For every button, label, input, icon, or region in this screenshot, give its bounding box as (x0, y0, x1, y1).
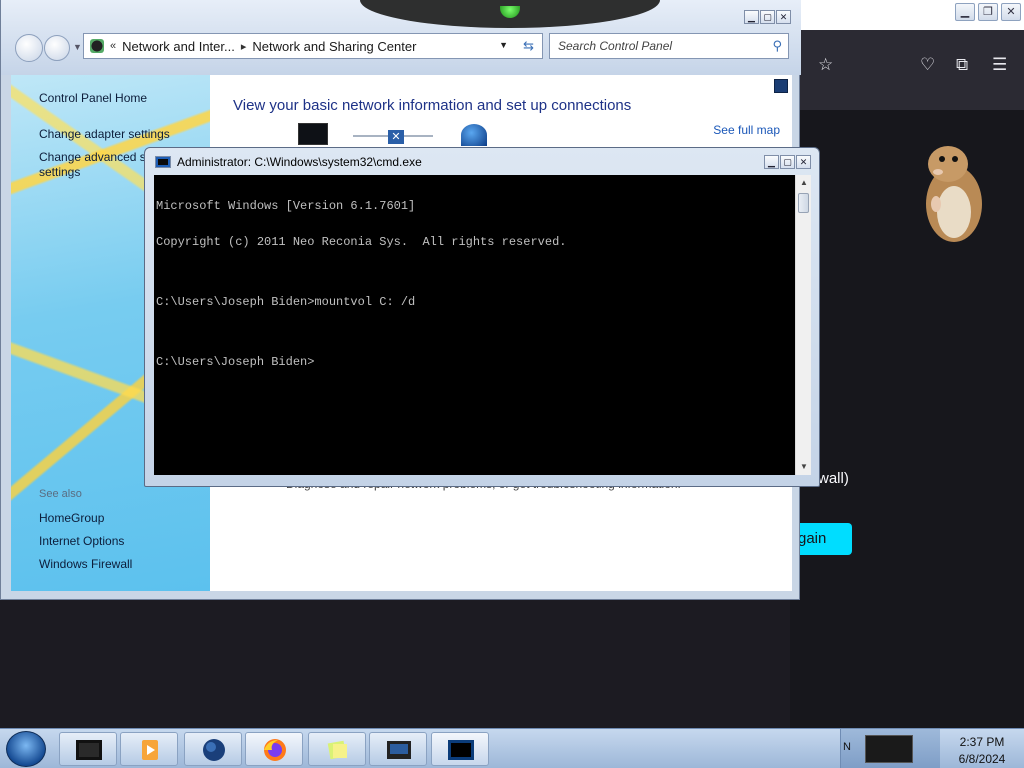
hamster-image (926, 146, 982, 242)
star-icon[interactable]: ☆ (818, 56, 833, 73)
console-line: Microsoft Windows [Version 6.1.7601] (156, 199, 416, 213)
control-panel-home-link[interactable]: Control Panel Home (39, 91, 147, 105)
back-button[interactable] (15, 34, 43, 62)
computer-icon (298, 123, 328, 145)
scroll-down-icon[interactable]: ▼ (796, 459, 812, 475)
browser-partial-text: wall) (818, 470, 849, 487)
console-line: C:\Users\Joseph Biden> (156, 355, 315, 369)
change-advanced-sharing-link-line2[interactable]: settings (39, 165, 80, 179)
cmd-titlebar: Administrator: C:\Windows\system32\cmd.e… (155, 155, 422, 169)
console-line: C:\Users\Joseph Biden>mountvol C: /d (156, 295, 416, 309)
cmd-icon (155, 156, 171, 168)
network-error-icon: ✕ (388, 130, 404, 144)
help-icon[interactable] (774, 79, 788, 93)
breadcrumb-separator-icon[interactable]: ▸ (241, 40, 247, 53)
breadcrumb-item[interactable]: Network and Sharing Center (252, 39, 416, 54)
taskbar-item-media[interactable] (120, 732, 178, 766)
chevron-down-icon[interactable]: ▼ (499, 40, 508, 50)
minimize-icon[interactable]: ▁ (744, 10, 759, 24)
sticky-notes-icon (327, 740, 347, 760)
taskbar-item-notes[interactable] (308, 732, 366, 766)
address-bar[interactable]: « Network and Inter... ▸ Network and Sha… (83, 33, 543, 59)
status-led-icon (500, 6, 520, 18)
windows-firewall-link[interactable]: Windows Firewall (39, 557, 132, 571)
start-button[interactable] (6, 731, 46, 767)
console-output[interactable]: Microsoft Windows [Version 6.1.7601] Cop… (154, 175, 795, 475)
see-also-heading: See also (39, 488, 82, 500)
breadcrumb-overflow-icon[interactable]: « (110, 40, 116, 52)
extensions-icon[interactable]: ⧉ (956, 56, 968, 73)
cmd-icon (448, 740, 474, 760)
taskbar-item-globe[interactable] (184, 732, 242, 766)
minimize-icon[interactable]: ▁ (764, 155, 779, 169)
browser-content (790, 110, 1024, 728)
refresh-icon[interactable]: ⇆ (523, 38, 534, 54)
taskbar-clock[interactable]: 2:37 PM 6/8/2024 (940, 729, 1024, 768)
taskbar-item-firefox[interactable] (245, 732, 303, 766)
minimize-icon[interactable]: ▁ (955, 3, 975, 21)
maximize-icon[interactable]: ▢ (780, 155, 795, 169)
taskbar-item-network[interactable] (369, 732, 427, 766)
tray-network-icon[interactable] (865, 735, 913, 763)
recent-pages-icon[interactable]: ▼ (73, 42, 82, 52)
globe-icon (203, 739, 225, 761)
taskbar-item-cmd[interactable] (431, 732, 489, 766)
console-scrollbar[interactable]: ▲ ▼ (795, 175, 811, 475)
taskbar: N 2:37 PM 6/8/2024 (0, 728, 1024, 768)
close-icon[interactable]: ✕ (796, 155, 811, 169)
firefox-icon (264, 739, 286, 761)
maximize-icon[interactable]: ▢ (760, 10, 775, 24)
see-full-map-link[interactable]: See full map (713, 123, 780, 137)
terminal-box-icon (76, 740, 102, 760)
cmd-window: Administrator: C:\Windows\system32\cmd.e… (144, 147, 820, 487)
change-adapter-settings-link[interactable]: Change adapter settings (39, 127, 170, 141)
breadcrumb-item[interactable]: Network and Inter... (122, 39, 235, 54)
scroll-up-icon[interactable]: ▲ (796, 175, 812, 191)
menu-icon[interactable]: ☰ (992, 56, 1007, 73)
internet-globe-icon (461, 124, 487, 146)
browser-titlebar: ▁ ❐ ✕ (790, 0, 1024, 30)
forward-button[interactable] (44, 35, 70, 61)
pocket-icon[interactable]: ♡ (920, 56, 935, 73)
cmd-title: Administrator: C:\Windows\system32\cmd.e… (177, 155, 422, 169)
close-icon[interactable]: ✕ (776, 10, 791, 24)
media-player-icon (142, 740, 158, 760)
control-panel-icon (90, 39, 104, 53)
search-input[interactable]: Search Control Panel ⚲ (549, 33, 789, 59)
system-tray: N (840, 729, 940, 768)
scroll-thumb[interactable] (798, 193, 809, 213)
page-title: View your basic network information and … (233, 97, 632, 114)
search-placeholder: Search Control Panel (558, 39, 673, 53)
network-center-icon (387, 741, 411, 759)
restore-icon[interactable]: ❐ (978, 3, 998, 21)
search-icon[interactable]: ⚲ (772, 38, 782, 54)
close-icon[interactable]: ✕ (1001, 3, 1021, 21)
taskbar-item-app[interactable] (59, 732, 117, 766)
homegroup-link[interactable]: HomeGroup (39, 511, 104, 525)
language-indicator[interactable]: N (843, 741, 851, 753)
clock-date: 6/8/2024 (958, 752, 1006, 766)
internet-options-link[interactable]: Internet Options (39, 534, 124, 548)
clock-time: 2:37 PM (959, 735, 1005, 749)
console-line: Copyright (c) 2011 Neo Reconia Sys. All … (156, 235, 567, 249)
